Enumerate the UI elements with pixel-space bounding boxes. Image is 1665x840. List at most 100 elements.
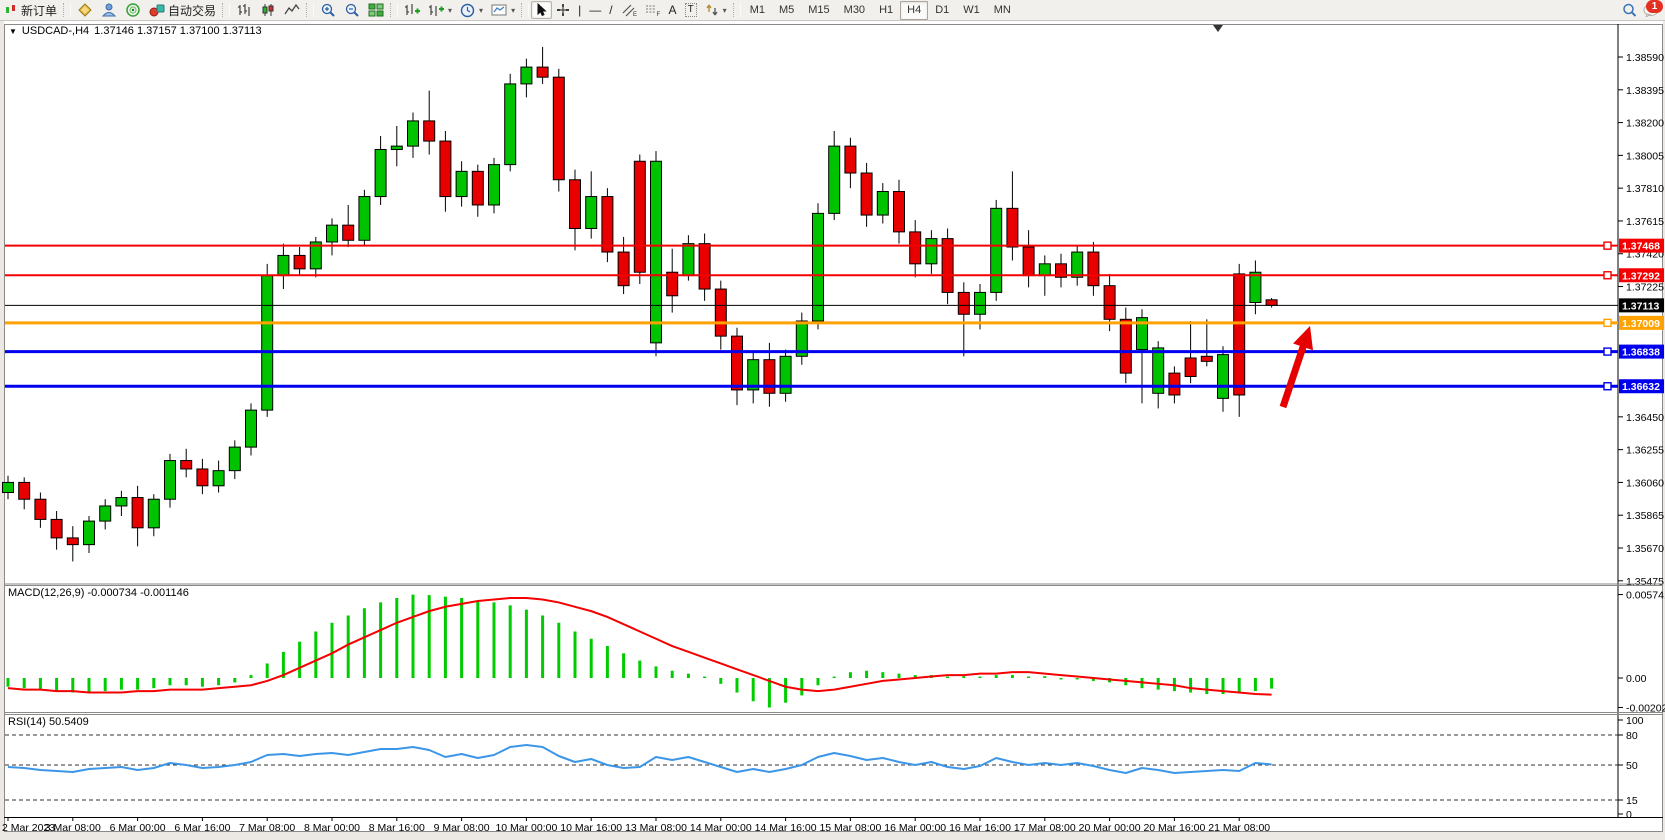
candle [456,171,467,196]
text-tool-button[interactable]: A [665,1,681,19]
timeframe-m30-button[interactable]: M30 [837,1,872,20]
templates-button[interactable]: ▾ [487,1,519,19]
candle [1266,300,1277,306]
toolbar-separator [733,3,741,17]
text-label-tool-button[interactable]: T [681,1,701,19]
toolbar: 新订单 [0,0,1665,21]
candle [813,213,824,321]
rsi-axis-tick: 15 [1626,795,1638,807]
candle [472,171,483,205]
market-watch-button[interactable] [73,1,97,19]
zoom-out-button[interactable] [340,1,364,19]
candle [586,197,597,229]
line-handle[interactable] [1604,319,1611,326]
indicator-window-icon [428,3,444,17]
horizontal-line-tool-button[interactable]: — [585,1,605,19]
time-axis-label: 17 Mar 08:00 [1014,822,1076,834]
auto-trading-icon [149,3,165,17]
candle [375,149,386,196]
timeframe-mn-button[interactable]: MN [987,1,1018,20]
candle [651,161,662,343]
rsi-axis-tick: 0 [1626,809,1632,821]
navigator-button[interactable] [121,1,145,19]
fibonacci-icon: F [645,3,661,17]
candle [537,67,548,77]
timeframe-h1-button[interactable]: H1 [872,1,900,20]
toolbar-separator [390,3,398,17]
periods-button[interactable]: ▾ [456,1,487,19]
new-order-button[interactable]: 新订单 [0,1,61,19]
chart-symbol-period: USDCAD-,H4 [22,25,89,37]
timeframe-m5-button[interactable]: M5 [772,1,801,20]
line-handle[interactable] [1604,272,1611,279]
bar-chart-button[interactable] [232,1,256,19]
candle [1120,319,1131,373]
tile-windows-button[interactable] [364,1,388,19]
candle [958,292,969,314]
candle [67,538,78,545]
vertical-line-tool-button[interactable]: | [574,1,585,19]
candle [1169,373,1180,395]
candle [19,482,30,499]
candle [294,255,305,268]
line-handle[interactable] [1604,242,1611,249]
price-axis-tick: 1.37225 [1626,282,1664,294]
line-handle[interactable] [1604,348,1611,355]
candle [181,461,192,469]
candle [845,146,856,173]
equidistant-channel-tool-button[interactable]: E [617,1,641,19]
timeframe-m15-button[interactable]: M15 [801,1,836,20]
candle [894,192,905,232]
svg-text:E: E [633,12,637,17]
line-handle[interactable] [1604,383,1611,390]
trendline-tool-button[interactable]: / [605,1,616,19]
zoom-in-button[interactable] [316,1,340,19]
cursor-tool-button[interactable] [531,1,552,19]
collapse-triangle-icon[interactable]: ▼ [9,26,17,37]
candle [116,498,127,506]
timeframe-h4-button[interactable]: H4 [900,1,928,20]
price-level-label-text: 1.37009 [1622,318,1660,330]
rsi-indicator-name: RSI(14) [8,716,46,728]
auto-trading-label: 自动交易 [168,2,216,19]
time-axis-label: 8 Mar 00:00 [304,822,360,834]
candle [327,225,338,242]
candle [343,225,354,240]
time-axis-label: 9 Mar 08:00 [434,822,490,834]
candle [910,232,921,264]
crosshair-tool-button[interactable] [552,1,574,19]
candle [829,146,840,213]
candle [278,255,289,275]
arrows-tool-button[interactable]: ▾ [701,1,731,19]
data-window-button[interactable] [97,1,121,19]
price-axis-tick: 1.38590 [1626,52,1664,64]
chevron-down-icon: ▾ [511,6,515,15]
search-icon[interactable] [1622,3,1637,18]
svg-text:F: F [656,12,660,17]
candlestick-chart-button[interactable] [256,1,280,19]
fibonacci-tool-button[interactable]: F [641,1,665,19]
price-axis-tick: 1.38005 [1626,150,1664,162]
toolbar-separator [63,3,71,17]
candle [359,197,370,241]
candle [861,173,872,215]
rsi-axis-tick: 80 [1626,730,1638,742]
timeframe-w1-button[interactable]: W1 [956,1,987,20]
line-chart-button[interactable] [280,1,304,19]
price-axis-tick: 1.36450 [1626,412,1664,424]
auto-trading-button[interactable]: 自动交易 [145,1,220,19]
chart-canvas[interactable]: 1.385901.383951.382001.380051.378101.376… [0,0,1665,840]
candle [715,289,726,336]
indicator-windows-button[interactable]: ▾ [424,1,456,19]
vertical-line-icon: | [578,4,581,16]
new-bar-chart-button[interactable] [400,1,424,19]
rsi-axis-tick: 50 [1626,760,1638,772]
notifications-button[interactable]: 1 [1643,3,1659,17]
bar-chart-icon [236,3,252,17]
crosshair-icon [556,3,570,17]
data-window-icon [101,3,117,17]
timeframe-m1-button[interactable]: M1 [743,1,772,20]
candle [634,161,645,272]
toolbar-separator [521,3,529,17]
timeframe-d1-button[interactable]: D1 [928,1,956,20]
